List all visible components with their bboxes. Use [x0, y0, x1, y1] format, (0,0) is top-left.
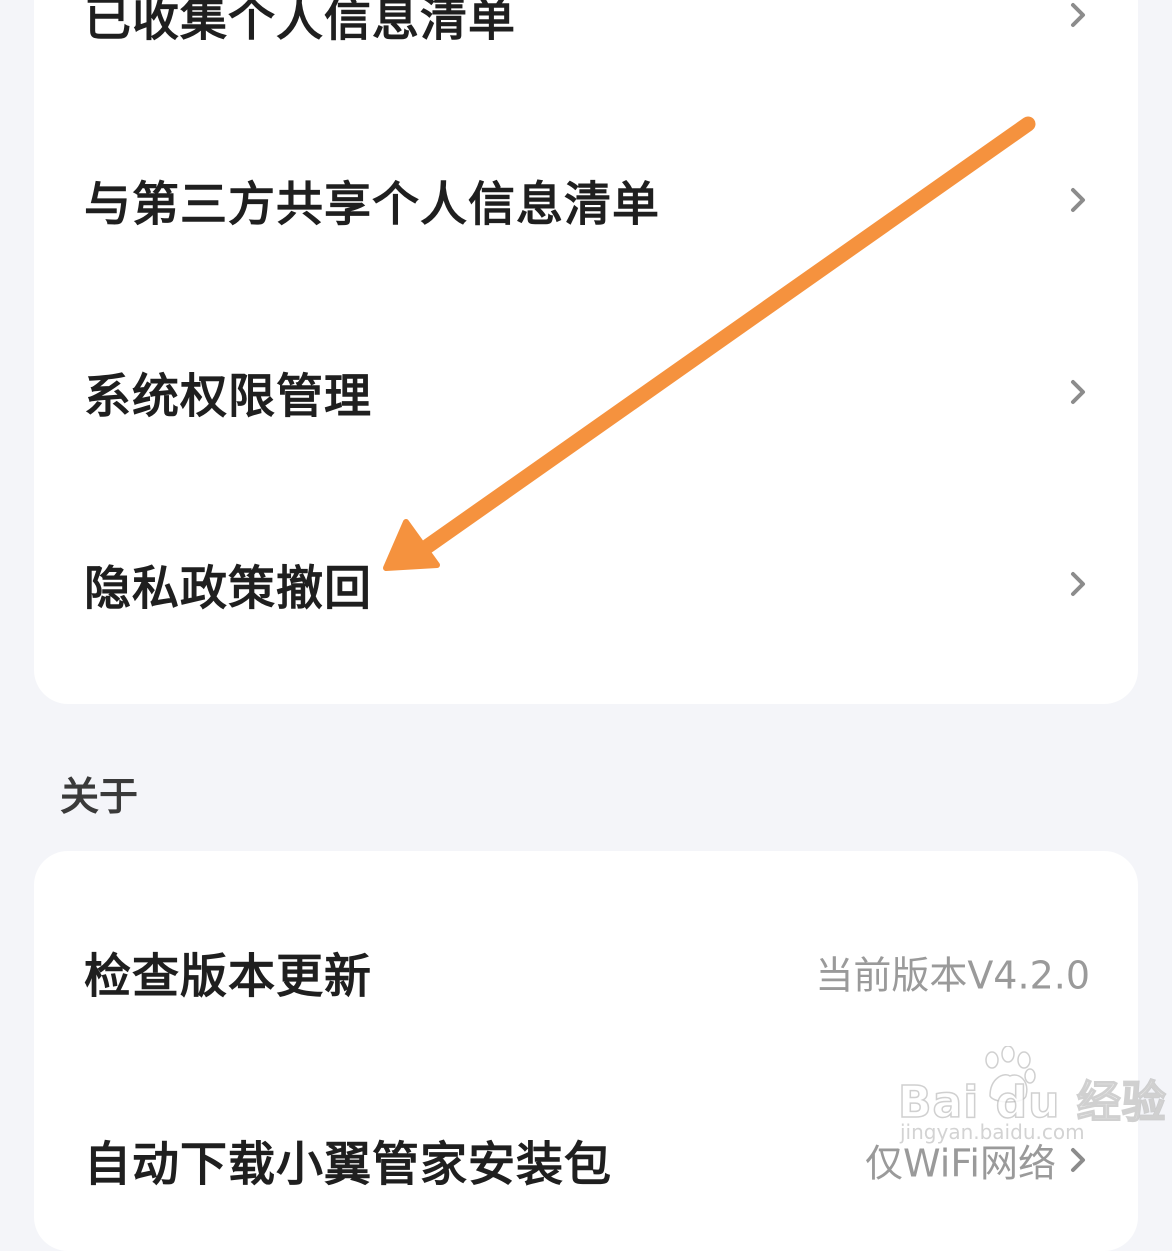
chevron-right-icon — [1071, 380, 1085, 404]
privacy-settings-card: 已收集个人信息清单 与第三方共享个人信息清单 系统权限管理 隐私政策撤回 — [34, 0, 1138, 704]
auto-download-package-item[interactable]: 自动下载小翼管家安装包 仅WiFi网络 — [34, 1085, 1138, 1235]
check-version-update-label: 检查版本更新 — [84, 949, 372, 1005]
third-party-shared-info-list-item[interactable]: 与第三方共享个人信息清单 — [34, 125, 1138, 275]
system-permission-management-label: 系统权限管理 — [84, 369, 372, 425]
chevron-right-icon — [1071, 1148, 1085, 1172]
current-version-value: 当前版本V4.2.0 — [815, 953, 1090, 998]
chevron-right-icon — [1071, 3, 1085, 27]
auto-download-package-label: 自动下载小翼管家安装包 — [84, 1137, 612, 1193]
check-version-update-item[interactable]: 检查版本更新 当前版本V4.2.0 — [34, 897, 1138, 1047]
privacy-policy-withdraw-label: 隐私政策撤回 — [84, 561, 372, 617]
chevron-right-icon — [1071, 188, 1085, 212]
system-permission-management-item[interactable]: 系统权限管理 — [34, 317, 1138, 467]
third-party-shared-info-label: 与第三方共享个人信息清单 — [84, 177, 660, 233]
collected-personal-info-list-item[interactable]: 已收集个人信息清单 — [34, 0, 1138, 90]
auto-download-network-value: 仅WiFi网络 — [865, 1141, 1056, 1186]
privacy-policy-withdraw-item[interactable]: 隐私政策撤回 — [34, 509, 1138, 659]
about-section-title: 关于 — [60, 775, 139, 820]
chevron-right-icon — [1071, 572, 1085, 596]
about-card: 检查版本更新 当前版本V4.2.0 自动下载小翼管家安装包 仅WiFi网络 — [34, 851, 1138, 1251]
collected-personal-info-label: 已收集个人信息清单 — [84, 0, 516, 48]
